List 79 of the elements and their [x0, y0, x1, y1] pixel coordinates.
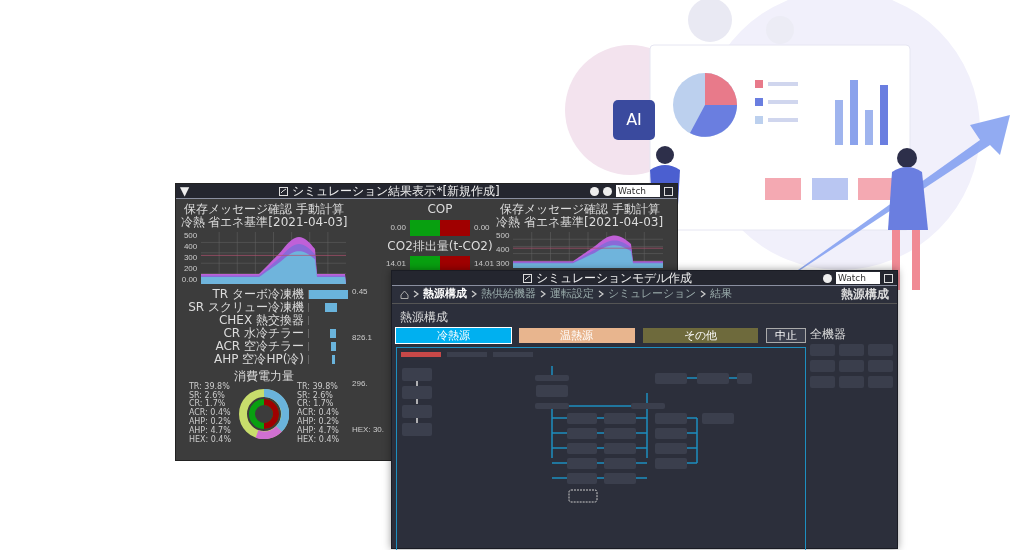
legend-text: SR: 2.6% — [297, 391, 334, 400]
legend-text: TR: 39.8% — [188, 382, 231, 391]
axis-reading: HEX: 30. — [352, 426, 385, 434]
legend-text: AHP: 4.7% — [188, 426, 231, 435]
breadcrumb-link[interactable]: シミュレーション — [608, 286, 696, 303]
breadcrumb-link[interactable]: 熱源構成 — [423, 286, 467, 303]
bar-label: CHEX 熱交換器 — [217, 314, 305, 327]
axis-tick: 300 — [496, 260, 510, 269]
chart-subtitle: 冷熱 省エネ基準[2021-04-03] — [180, 215, 348, 229]
meter-title: COP — [427, 203, 453, 216]
legend-text: CR: 1.7% — [297, 400, 334, 409]
legend-text: ACR: 0.4% — [188, 409, 231, 418]
legend-text: TR: 39.8% — [297, 382, 339, 391]
window-title: シミュレーション結果表示*[新規作成] — [292, 185, 500, 197]
account-icon[interactable] — [590, 186, 599, 196]
chevron-icon — [413, 290, 419, 299]
section-title: 熱源構成 — [400, 309, 448, 324]
tab[interactable]: その他 — [642, 327, 758, 343]
bar-label: SR スクリュー冷凍機 — [187, 301, 305, 314]
legend-text: SR: 2.6% — [188, 391, 226, 400]
meter-reading: 0.00 — [390, 223, 406, 232]
legend-text: AHP: 0.2% — [188, 417, 231, 426]
search-field[interactable]: Watch — [836, 272, 880, 284]
breadcrumb-link[interactable]: 熱供給機器 — [481, 286, 536, 303]
axis-tick: 500 — [496, 232, 510, 241]
bar-label: ACR 空冷チラー — [214, 340, 305, 353]
meter-reading: 0.00 — [474, 223, 490, 232]
donut-chart — [239, 388, 289, 439]
legend-text: AHP: 0.2% — [297, 417, 340, 426]
axis-tick: 500 — [182, 232, 198, 241]
legend-text: CR: 1.7% — [188, 400, 226, 409]
bar — [309, 290, 348, 300]
breadcrumb-link[interactable]: 結果 — [710, 286, 732, 303]
axis-tick: 0.00 — [181, 276, 198, 285]
chart-title: 保存メッセージ確認 手動計算 — [499, 203, 660, 216]
chart-subtitle: 冷熱 省エネ基準[2021-04-03] — [496, 215, 664, 229]
meter-bar — [410, 219, 470, 236]
close-icon[interactable] — [884, 273, 893, 283]
legend-text: HEX: 0.4% — [297, 435, 340, 445]
donut-title: 消費電力量 — [234, 370, 294, 383]
bar-label: CR 水冷チラー — [222, 327, 305, 340]
meter-title: CO2排出量(t-CO2) — [387, 239, 493, 253]
chevron-icon — [471, 290, 477, 299]
axis-reading: 0.45 — [352, 288, 369, 296]
page-title: 熱源構成 — [841, 287, 889, 301]
chart-title: 保存メッセージ確認 手動計算 — [184, 203, 344, 216]
home-icon[interactable] — [400, 289, 409, 299]
stop-button[interactable]: 中止 — [766, 327, 806, 343]
ai-chip: AI — [613, 100, 655, 140]
bar — [324, 303, 338, 313]
menu-button[interactable]: ▼ — [180, 185, 190, 197]
axis-tick: 400 — [496, 246, 510, 255]
axis-tick: 300 — [182, 254, 198, 263]
axis-reading: 826.1 — [352, 334, 374, 342]
help-icon[interactable] — [603, 186, 612, 196]
chevron-icon — [700, 290, 706, 299]
legend-text: ACR: 0.4% — [297, 409, 340, 418]
window-icon — [279, 186, 289, 196]
axis-tick: 400 — [182, 243, 198, 252]
axis-tick: 200 — [182, 265, 198, 274]
legend-text: AHP: 4.7% — [297, 426, 340, 435]
help-icon[interactable] — [823, 273, 832, 283]
meter-reading: 14.01 — [385, 260, 406, 269]
bar — [330, 329, 337, 339]
chevron-icon — [540, 290, 546, 299]
axis-reading: 296. — [352, 380, 369, 388]
legend-text: HEX: 0.4% — [188, 435, 231, 445]
window-title: シミュレーションモデル作成 — [536, 272, 692, 284]
breadcrumb-link[interactable]: 運転設定 — [550, 286, 594, 303]
bar — [331, 355, 335, 365]
bar-label: TR ターボ冷凍機 — [211, 288, 305, 301]
search-field[interactable]: Watch — [616, 185, 660, 197]
window-icon — [523, 273, 532, 283]
close-icon[interactable] — [664, 186, 673, 196]
meter-reading: 14.01 — [474, 260, 495, 269]
bar-label: AHP 空冷HP(冷) — [213, 353, 305, 366]
bar — [331, 342, 336, 352]
chevron-icon — [598, 290, 604, 299]
side-heading: 全機器 — [810, 327, 847, 341]
